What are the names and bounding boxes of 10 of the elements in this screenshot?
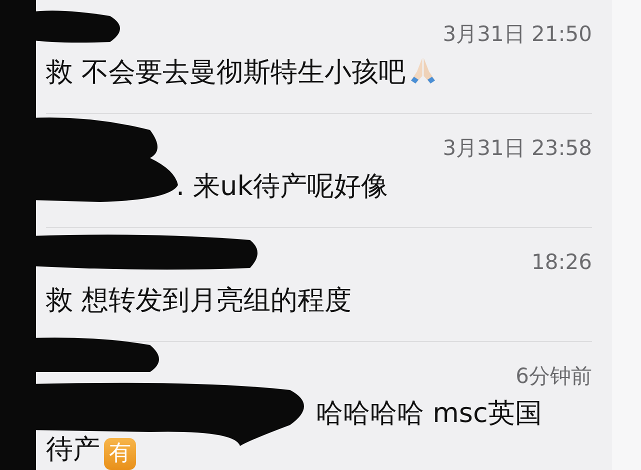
comment-text: 救 想转发到月亮组的程度 — [46, 285, 352, 316]
emoji-badge: 有 — [104, 438, 136, 470]
comment-text: 哈哈哈哈 msc英国 — [316, 398, 542, 429]
comment-text: 救 不会要去曼彻斯特生小孩吧 — [46, 57, 406, 88]
comment-text: . 来uk待产呢好像 — [176, 171, 388, 202]
comment-time: 18:26 — [531, 249, 592, 276]
comment-text: 待产 — [46, 434, 100, 465]
comment-time: 3月31日 21:50 — [442, 21, 592, 48]
comment-time: 6分钟前 — [516, 363, 592, 390]
comment-time: 3月31日 23:58 — [442, 135, 592, 162]
